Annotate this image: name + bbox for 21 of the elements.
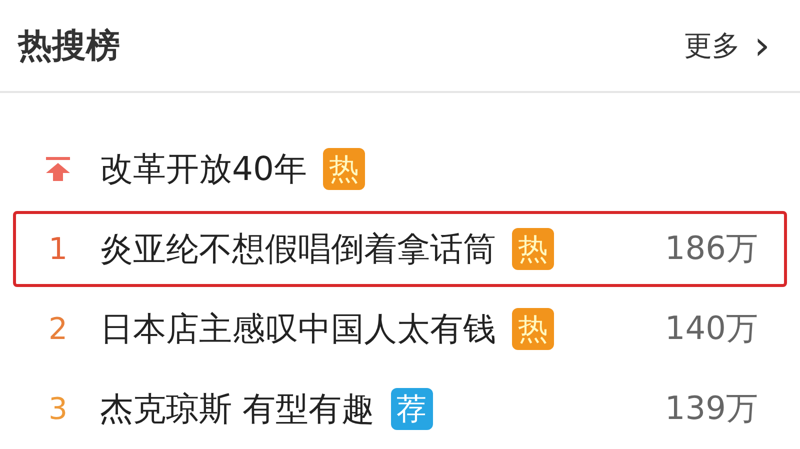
topic-tag: 荐 — [390, 388, 432, 430]
topic-tag: 热 — [323, 148, 365, 190]
search-count: 140万 — [664, 308, 758, 349]
topic-tag: 热 — [512, 228, 554, 270]
topic-tag: 热 — [512, 308, 554, 350]
hot-search-item[interactable]: 3 杰克琼斯 有型有趣 荐 139万 — [13, 371, 787, 447]
list-title: 热搜榜 — [18, 24, 120, 68]
topic-title: 杰克琼斯 有型有趣 — [100, 388, 374, 430]
more-link[interactable]: 更多 › — [684, 26, 770, 66]
hot-search-item[interactable]: 2 日本店主感叹中国人太有钱 热 140万 — [13, 291, 787, 367]
search-count: 139万 — [664, 388, 758, 429]
hot-search-item[interactable]: 改革开放40年 热 — [13, 131, 787, 207]
pin-top-icon — [45, 156, 71, 182]
highlighted-row[interactable]: 1 炎亚纶不想假唱倒着拿话筒 热 186万 — [13, 211, 787, 287]
rank-number: 3 — [48, 392, 68, 426]
rank-number: 1 — [48, 232, 68, 266]
topic-title: 日本店主感叹中国人太有钱 — [100, 308, 496, 350]
topic-title: 炎亚纶不想假唱倒着拿话筒 — [100, 228, 496, 270]
topic-title: 改革开放40年 — [100, 148, 307, 190]
rank-number: 2 — [48, 312, 68, 346]
search-count: 186万 — [664, 228, 758, 269]
